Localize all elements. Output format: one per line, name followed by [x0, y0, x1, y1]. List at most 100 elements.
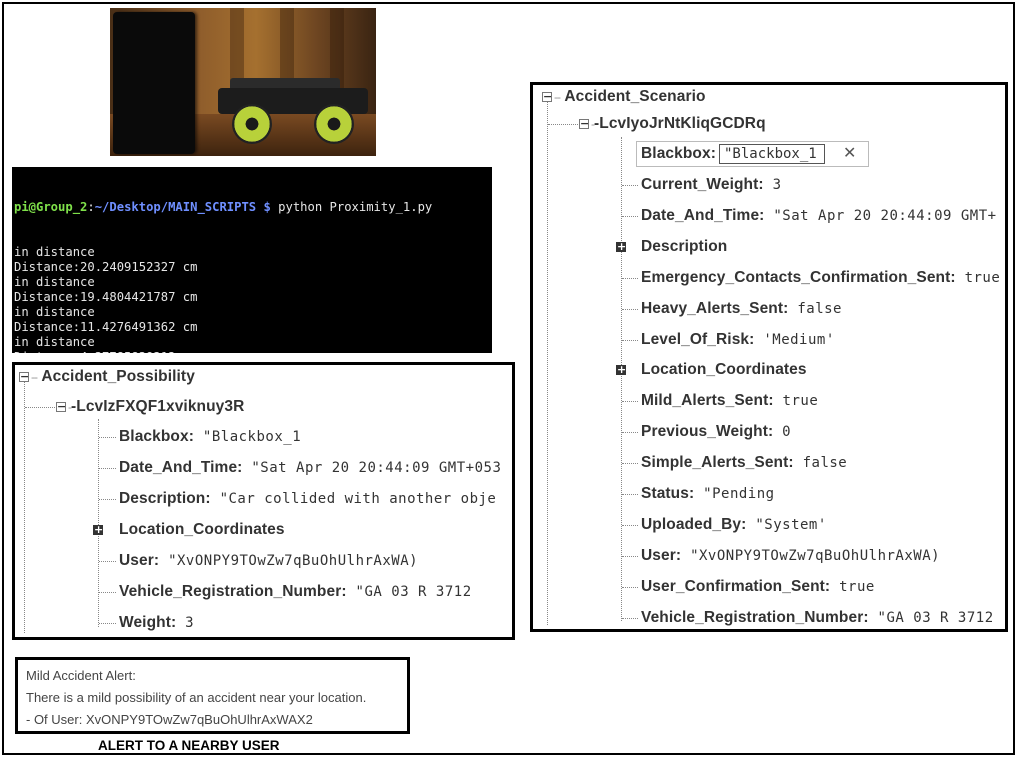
tree-field-row[interactable]: Status: "Pending — [641, 483, 775, 505]
tree-field-row[interactable]: Mild_Alerts_Sent: true — [641, 390, 818, 412]
field-key: Heavy_Alerts_Sent: — [641, 299, 789, 317]
tree-field-row[interactable]: Description — [641, 236, 727, 258]
tree-guide-line — [99, 499, 116, 500]
close-icon[interactable]: ✕ — [843, 144, 856, 164]
prompt-user: pi@Group_2 — [14, 200, 88, 214]
expand-toggle-icon[interactable]: + — [616, 364, 626, 376]
figure-caption: ALERT TO A NEARBY USER — [98, 738, 280, 753]
tree-guide-line — [622, 308, 638, 310]
tree-field-row[interactable]: Simple_Alerts_Sent: false — [641, 452, 847, 474]
tree-guide-line — [99, 561, 116, 562]
terminal-command: python Proximity_1.py — [270, 200, 433, 214]
field-value: "XvONPY9TOwZw7qBuOhUlhrAxWA) — [681, 547, 941, 564]
terminal-output-line: Distance:19.4804421787 cm — [14, 290, 198, 304]
tree-node-label: -LcvIzFXQF1xviknuy3R — [71, 398, 245, 415]
tree-field-row[interactable]: Current_Weight: 3 — [641, 174, 782, 196]
tree-guide-line — [622, 617, 638, 619]
tree-guide-line — [622, 185, 638, 186]
field-key: Emergency_Contacts_Confirmation_Sent: — [641, 268, 956, 286]
field-key: User_Confirmation_Sent: — [641, 577, 831, 595]
terminal-output: in distance Distance:20.2409152327 cm in d… — [14, 245, 490, 353]
terminal-window[interactable]: pi@Group_2:~/Desktop/MAIN_SCRIPTS $ pyth… — [12, 167, 492, 353]
terminal-output-line: in distance — [14, 245, 95, 259]
field-value: 0 — [773, 424, 792, 441]
tree-field-row[interactable]: Date_And_Time: "Sat Apr 20 20:44:09 GMT+… — [119, 457, 501, 479]
blackbox-edit-field[interactable]: Blackbox: "Blackbox_1 ✕ — [636, 141, 869, 167]
field-key: Description: — [119, 490, 211, 507]
field-value: "System' — [746, 516, 827, 533]
tree-field-row[interactable]: Heavy_Alerts_Sent: false — [641, 298, 842, 320]
prompt-separator: : — [87, 200, 95, 214]
field-key: Location_Coordinates — [641, 361, 807, 379]
field-key: Mild_Alerts_Sent: — [641, 392, 774, 410]
prompt-path: ~/Desktop/MAIN_SCRIPTS $ — [94, 200, 271, 214]
tree-field-row[interactable]: Vehicle_Registration_Number: "GA 03 R 37… — [641, 607, 994, 629]
field-key: Current_Weight: — [641, 176, 764, 193]
tree-guide-line — [622, 215, 638, 217]
tree-field-row[interactable]: Vehicle_Registration_Number: "GA 03 R 37… — [119, 581, 472, 603]
field-value: true — [830, 578, 875, 595]
tree-guide-line — [622, 463, 638, 465]
tree-field-row[interactable]: Location_Coordinates — [641, 359, 807, 381]
tree-field-row[interactable]: Location_Coordinates — [119, 519, 285, 541]
tree-node-possibility-key[interactable]: --LcvIzFXQF1xviknuy3R — [68, 396, 244, 418]
collapse-toggle-icon[interactable]: − — [19, 371, 29, 382]
tree-field-row[interactable]: Weight: 3 — [119, 612, 194, 634]
blackbox-value-input[interactable]: "Blackbox_1 — [719, 144, 825, 164]
tree-field-row[interactable]: Description: "Car collided with another … — [119, 488, 496, 510]
field-key: Weight: — [119, 614, 177, 631]
tree-field-row[interactable]: Level_Of_Risk: 'Medium' — [641, 329, 835, 351]
tree-field-row[interactable]: User_Confirmation_Sent: true — [641, 576, 875, 598]
tree-guide-line — [621, 137, 622, 621]
blackbox-edit-label: Blackbox: — [641, 143, 716, 165]
collapse-toggle-icon[interactable]: − — [56, 401, 66, 412]
tree-field-row[interactable]: Blackbox: "Blackbox_1 — [119, 426, 301, 448]
tree-field-row[interactable]: User: "XvONPY9TOwZw7qBuOhUlhrAxWA) — [119, 550, 418, 572]
collapse-toggle-icon[interactable]: − — [579, 118, 589, 129]
tree-node-label: -LcvIyoJrNtKliqGCDRq — [594, 115, 766, 132]
field-key: Blackbox: — [119, 428, 194, 445]
tree-root-accident-scenario[interactable]: -- Accident_Scenario — [554, 86, 706, 108]
tree-guide-line — [548, 124, 578, 125]
field-key: Simple_Alerts_Sent: — [641, 454, 794, 472]
smartphone — [113, 12, 195, 154]
tree-root-label: Accident_Scenario — [564, 88, 706, 105]
robot-car-wheel — [232, 104, 272, 144]
field-value: "Pending — [694, 486, 775, 502]
terminal-command-line: pi@Group_2:~/Desktop/MAIN_SCRIPTS $ pyth… — [14, 200, 490, 215]
tree-root-accident-possibility[interactable]: -- Accident_Possibility — [31, 366, 195, 388]
terminal-output-line: Distance:4.37785839212 cm — [14, 350, 490, 353]
terminal-output-line: Distance:20.2409152327 cm — [14, 260, 198, 274]
field-value: "Sat Apr 20 20:44:09 GMT+ — [764, 207, 997, 224]
notification-title: Mild Accident Alert: — [26, 668, 136, 683]
expand-toggle-icon[interactable]: + — [93, 524, 103, 535]
device-and-robot-car-photo — [110, 8, 376, 156]
robot-car-wheel — [314, 104, 354, 144]
tree-field-row[interactable]: Uploaded_By: "System' — [641, 514, 827, 536]
tree-guide-line — [24, 381, 25, 633]
tree-field-row[interactable]: User: "XvONPY9TOwZw7qBuOhUlhrAxWA) — [641, 545, 940, 567]
mild-accident-notification[interactable]: Mild Accident Alert: There is a mild pos… — [15, 657, 410, 734]
field-key: Uploaded_By: — [641, 515, 747, 533]
expand-toggle-icon[interactable]: + — [616, 241, 626, 252]
field-value: true — [773, 393, 819, 410]
field-key: Previous_Weight: — [641, 423, 774, 441]
field-key: User: — [119, 552, 160, 569]
tree-field-row[interactable]: Date_And_Time: "Sat Apr 20 20:44:09 GMT+ — [641, 205, 997, 227]
tree-field-row[interactable]: Emergency_Contacts_Confirmation_Sent: tr… — [641, 267, 1000, 289]
tree-root-label: Accident_Possibility — [41, 368, 195, 385]
field-key: Date_And_Time: — [641, 206, 765, 224]
field-value: false — [793, 455, 848, 472]
tree-guide-line — [99, 592, 116, 593]
field-value: "GA 03 R 3712 — [868, 609, 994, 626]
collapse-toggle-icon[interactable]: − — [542, 91, 552, 102]
tree-node-scenario-key[interactable]: --LcvIyoJrNtKliqGCDRq — [591, 113, 766, 135]
tree-guide-line — [99, 437, 116, 438]
tree-connector: -- — [31, 370, 38, 384]
tree-guide-line — [622, 586, 638, 588]
tree-field-row[interactable]: Previous_Weight: 0 — [641, 421, 791, 443]
tree-guide-line — [622, 432, 638, 434]
tree-guide-line — [622, 555, 638, 557]
field-key: Vehicle_Registration_Number: — [641, 608, 869, 626]
field-key: Level_Of_Risk: — [641, 330, 755, 348]
